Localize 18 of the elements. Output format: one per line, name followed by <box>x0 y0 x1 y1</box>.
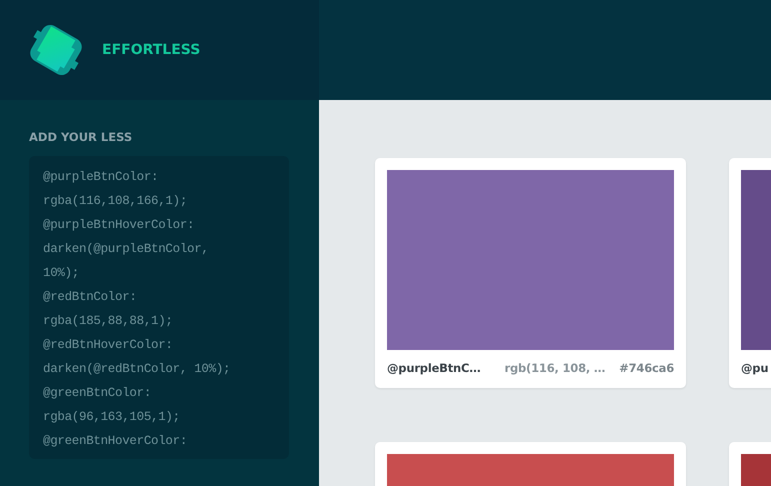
code-line: rgba(185,88,88,1); <box>43 313 174 330</box>
code-line: @redBtnColor: <box>43 289 138 306</box>
brand-name: EFFORTLESS <box>102 42 200 58</box>
code-line: rgba(96,163,105,1); <box>43 409 181 426</box>
code-line: @purpleBtnHoverColor: <box>43 217 196 234</box>
code-line: @greenBtnColor: <box>43 385 152 402</box>
section-heading: ADD YOUR LESS <box>29 130 134 144</box>
code-line: darken(@redBtnColor, 10%); <box>43 361 232 378</box>
variable-name: @pu <box>741 361 768 375</box>
variable-name: @purpleBtnC… <box>387 361 481 375</box>
code-line: darken(@purpleBtnColor, <box>43 241 210 258</box>
code-line: @redBtnHoverColor: <box>43 337 174 354</box>
rgb-value: rgb(116, 108, … <box>504 361 606 375</box>
code-line: 10%); <box>43 265 80 282</box>
code-line: rgba(116,108,166,1); <box>43 193 188 210</box>
code-line: @purpleBtnColor: <box>43 169 160 186</box>
code-line: @greenBtnHoverColor: <box>43 433 188 450</box>
hex-value: #746ca6 <box>619 361 674 375</box>
